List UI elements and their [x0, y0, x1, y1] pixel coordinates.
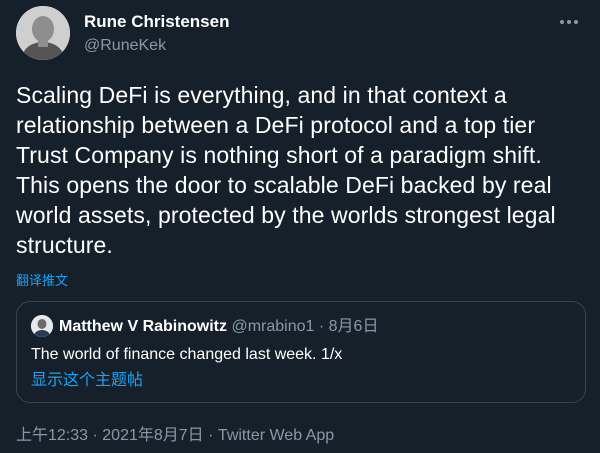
quoted-header: Matthew V Rabinowitz @mrabino1 · 8月6日 — [59, 317, 378, 337]
translate-tweet-link[interactable]: 翻译推文 — [16, 270, 68, 289]
quoted-author-name: Matthew V Rabinowitz — [59, 318, 227, 335]
quoted-tweet-text: The world of finance changed last week. … — [31, 346, 343, 363]
quoted-separator: · — [318, 318, 325, 335]
footer-separator-2: · — [208, 427, 214, 444]
quoted-avatar-image — [31, 315, 53, 337]
show-thread-link[interactable]: 显示这个主题帖 — [31, 370, 143, 392]
author-avatar[interactable] — [16, 6, 70, 60]
tweet-timestamp-meta: 上午12:33 · 2021年8月7日 · Twitter Web App — [16, 425, 334, 447]
tweet-text: Scaling DeFi is everything, and in that … — [16, 82, 556, 258]
author-info: Rune Christensen @RuneKek — [84, 11, 229, 57]
quoted-date: 8月6日 — [328, 318, 379, 335]
tweet-date[interactable]: 2021年8月7日 — [102, 427, 203, 444]
avatar-image — [16, 6, 70, 60]
more-horizontal-icon[interactable] — [556, 12, 582, 32]
quoted-author-handle: @mrabino1 — [231, 318, 315, 335]
tweet-header: Rune Christensen @RuneKek — [16, 6, 584, 60]
quoted-tweet[interactable]: Matthew V Rabinowitz @mrabino1 · 8月6日 Th… — [16, 301, 586, 403]
author-handle[interactable]: @RuneKek — [84, 35, 229, 57]
tweet-source[interactable]: Twitter Web App — [218, 427, 334, 444]
tweet-container: Rune Christensen @RuneKek Scaling DeFi i… — [0, 0, 600, 453]
tweet-time[interactable]: 上午12:33 — [16, 427, 88, 444]
author-name[interactable]: Rune Christensen — [84, 11, 229, 33]
quoted-author-avatar — [31, 315, 53, 337]
footer-separator-1: · — [92, 427, 98, 444]
